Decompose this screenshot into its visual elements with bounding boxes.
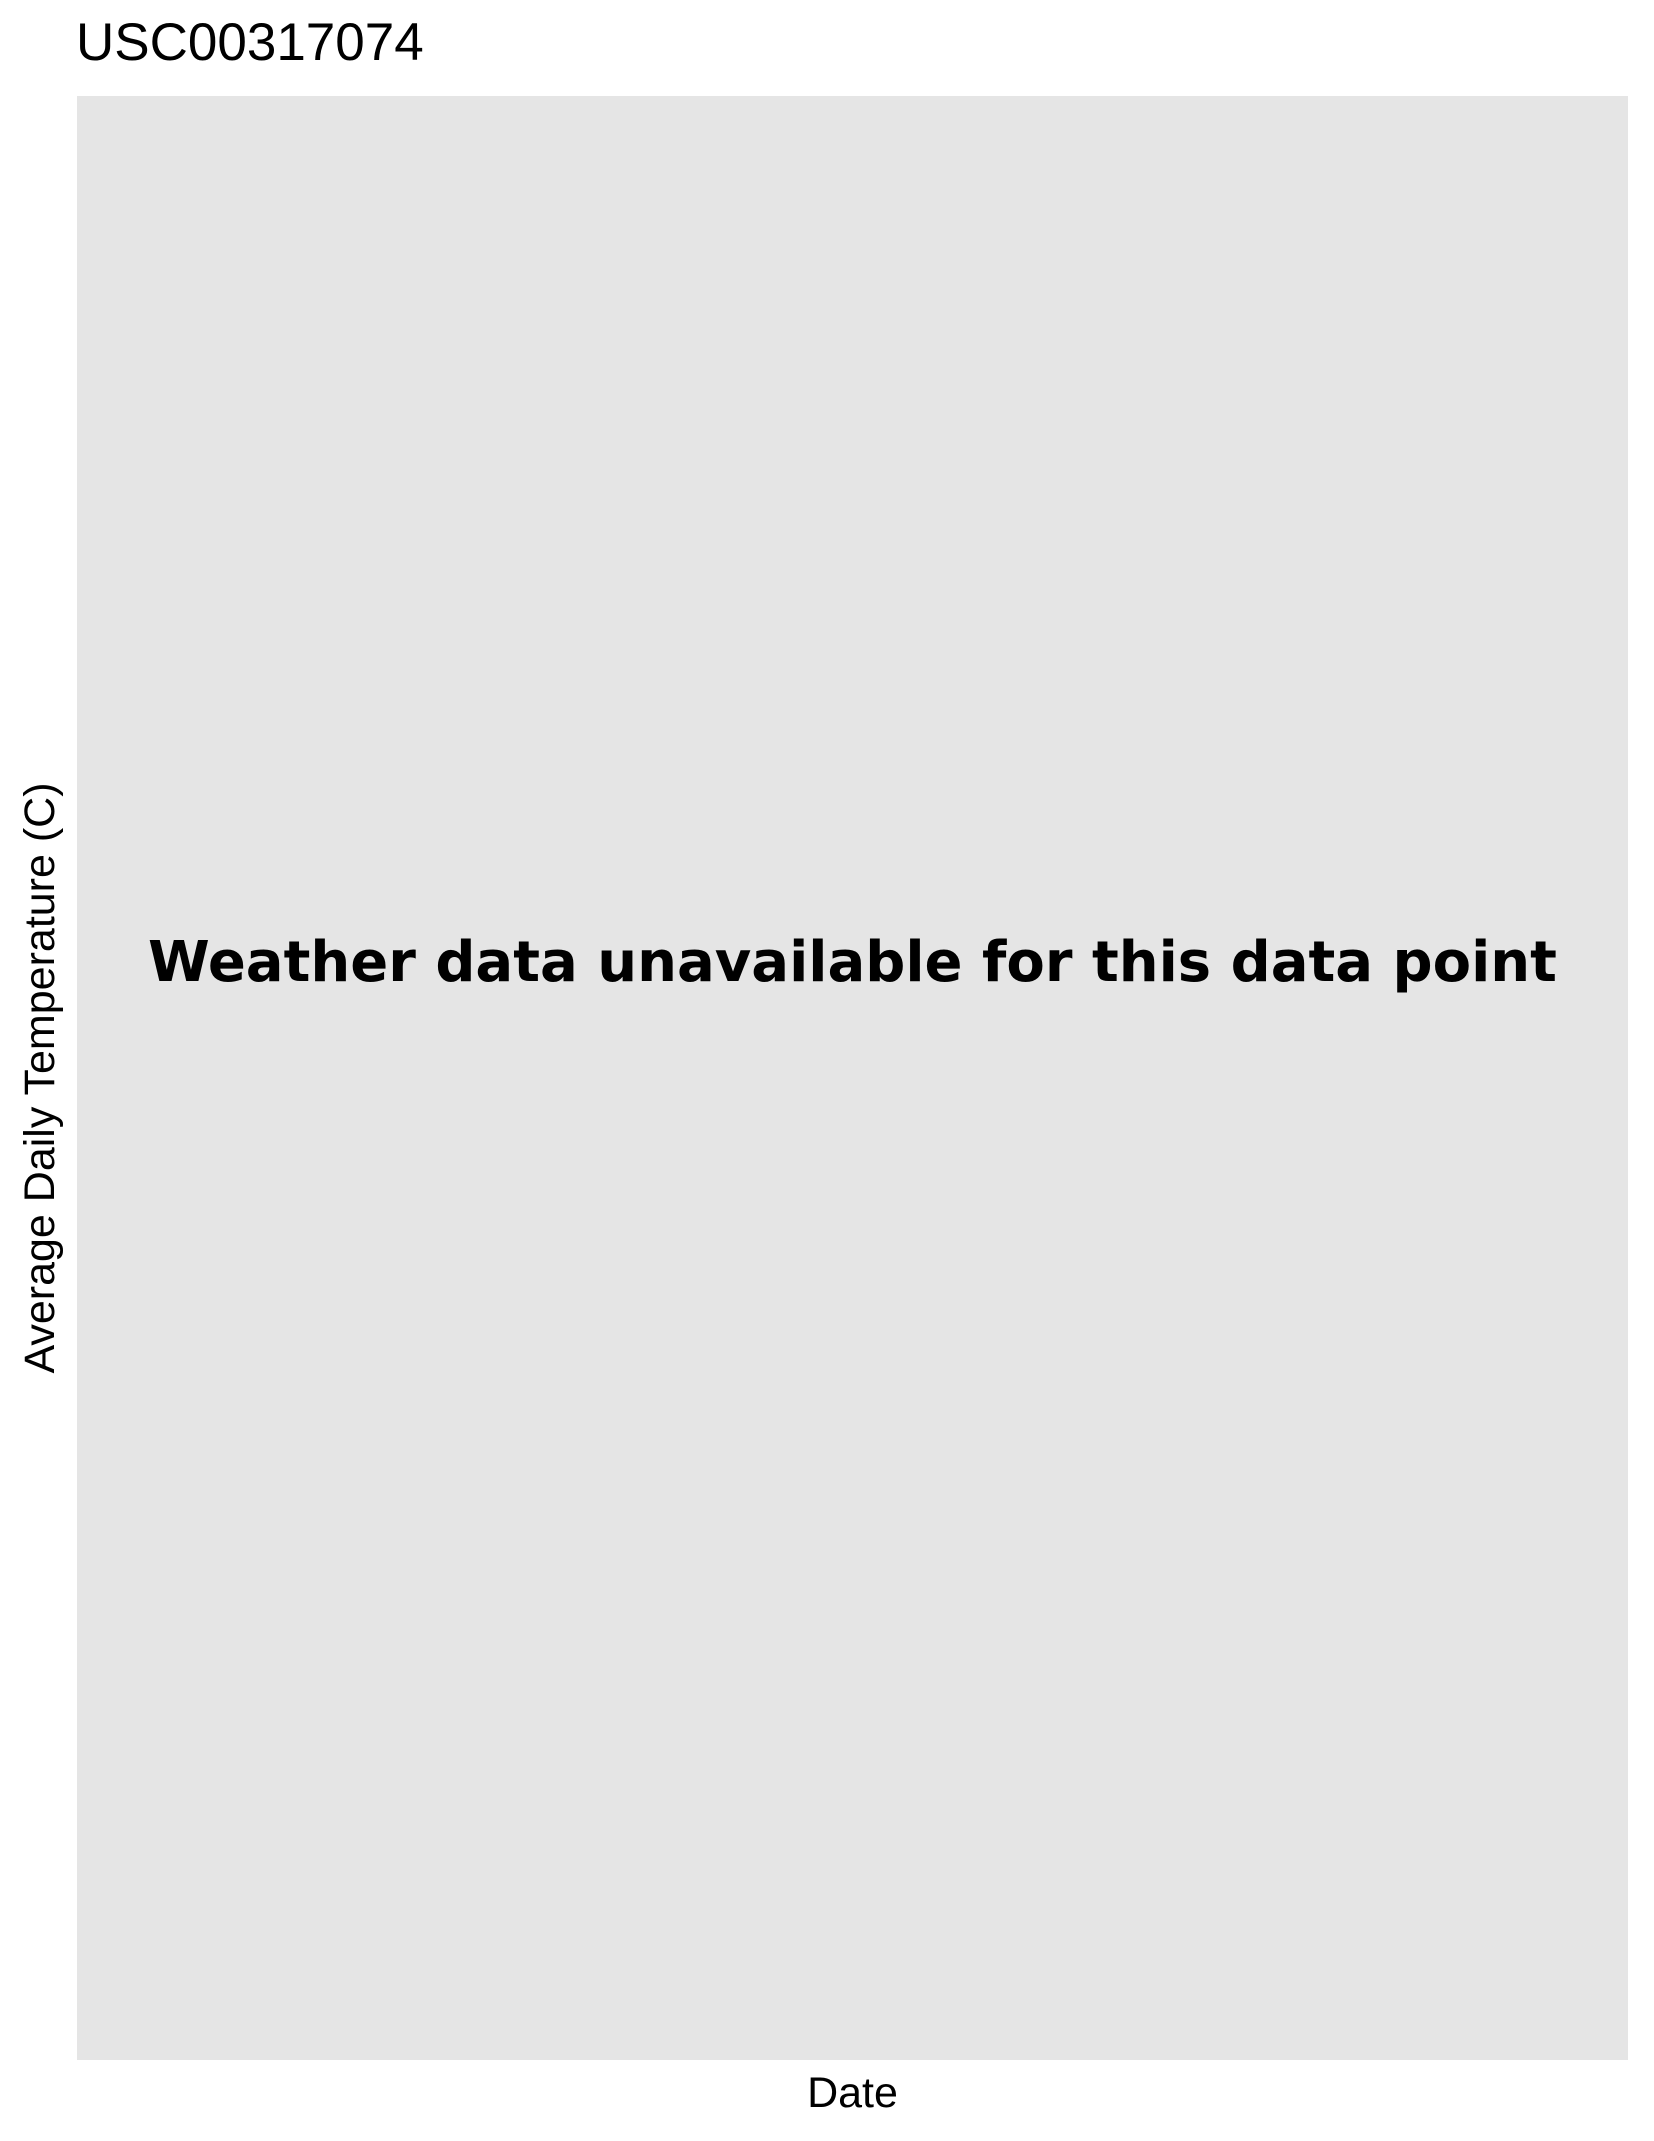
- plot-panel: Weather data unavailable for this data p…: [77, 96, 1628, 2060]
- chart-title: USC00317074: [76, 13, 424, 72]
- x-axis-label: Date: [807, 2069, 898, 2117]
- y-axis-label: Average Daily Temperature (C): [16, 782, 64, 1374]
- no-data-message: Weather data unavailable for this data p…: [148, 930, 1557, 995]
